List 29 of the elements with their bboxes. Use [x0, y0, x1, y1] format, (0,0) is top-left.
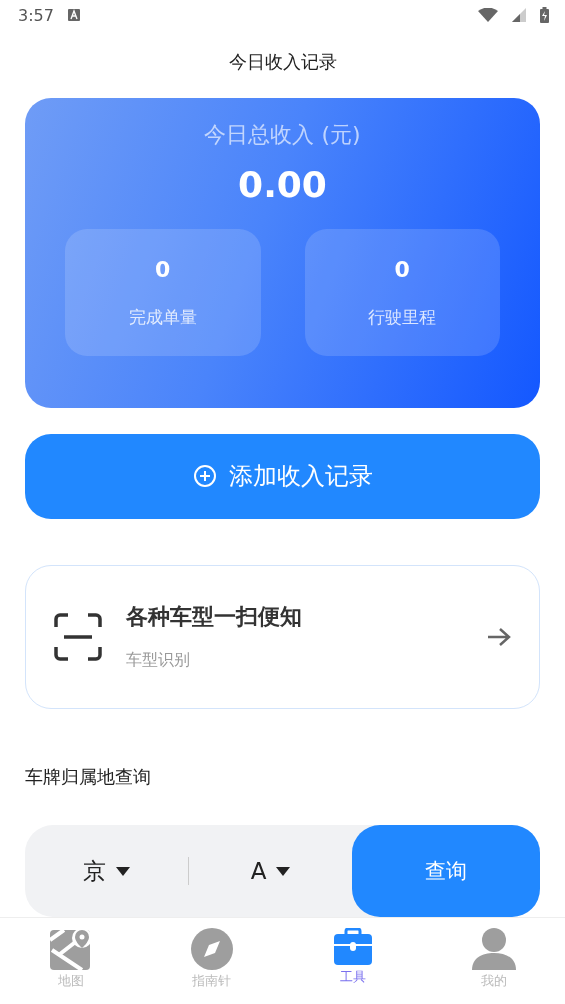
letter-picker[interactable]: A [189, 825, 352, 917]
map-icon [49, 928, 92, 970]
signal-icon [512, 8, 526, 22]
stat-label: 行驶里程 [368, 305, 437, 329]
keyboard-icon [67, 9, 80, 21]
query-button[interactable]: 查询 [352, 825, 540, 917]
caret-icon [116, 866, 130, 876]
toolbox-icon [334, 928, 373, 966]
income-amount: 0.00 [238, 164, 327, 205]
stat-value: 0 [394, 256, 410, 282]
stat-label: 完成单量 [128, 305, 197, 329]
wifi-icon [478, 8, 498, 22]
section-title: 车牌归属地查询 [25, 765, 152, 789]
income-label: 今日总收入 (元) [204, 121, 361, 149]
person-icon [472, 928, 517, 970]
plus-circle-icon [192, 464, 217, 489]
arrow-right-icon [487, 626, 511, 647]
status-time: 3:57 [18, 5, 54, 25]
scan-icon [54, 612, 102, 661]
scan-subtitle: 车型识别 [126, 650, 191, 672]
province-picker[interactable]: 京 [25, 825, 188, 917]
caret-icon [276, 866, 291, 876]
add-record-button[interactable]: 添加收入记录 [25, 433, 540, 519]
compass-icon [190, 928, 233, 970]
scan-card[interactable]: 各种车型一扫便知 车型识别 [25, 564, 540, 709]
page-title: 今日收入记录 [227, 50, 338, 74]
stat-value: 0 [155, 256, 171, 282]
battery-icon [540, 7, 549, 23]
scan-title: 各种车型一扫便知 [126, 603, 303, 632]
